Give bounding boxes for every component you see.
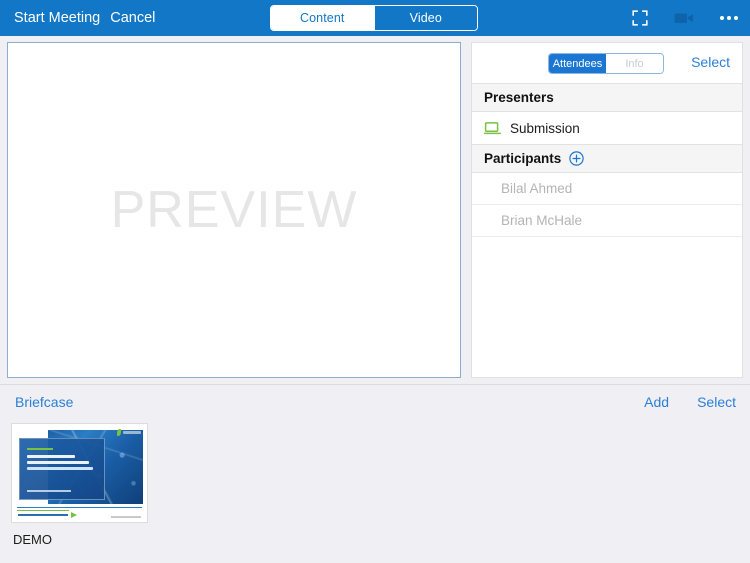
briefcase-toolbar: Briefcase Add Select	[0, 385, 750, 419]
thumbnail-kicker	[27, 448, 53, 450]
briefcase-add-button[interactable]: Add	[644, 394, 669, 410]
document-thumbnail[interactable]	[11, 423, 148, 523]
fullscreen-icon[interactable]	[632, 10, 648, 26]
video-camera-icon[interactable]	[674, 11, 694, 25]
section-title-presenters: Presenters	[484, 90, 554, 105]
presenter-name: Submission	[510, 120, 580, 136]
briefcase-section: Briefcase Add Select DEMO	[0, 384, 750, 563]
tab-attendees[interactable]: Attendees	[549, 54, 606, 73]
section-header-presenters: Presenters	[472, 83, 742, 112]
thumbnail-title-line-1	[27, 455, 75, 458]
stage-area: PREVIEW Attendees Info Select Presenters…	[0, 36, 750, 384]
panel-segmented-control[interactable]: Attendees Info	[548, 53, 664, 74]
preview-pane[interactable]: PREVIEW	[7, 42, 461, 378]
thumbnail-footer-text	[111, 516, 141, 518]
thumbnail-tagline	[18, 512, 77, 518]
thumbnail-rule	[17, 507, 142, 508]
top-toolbar-right-actions	[632, 0, 738, 36]
thumbnail-title-card	[19, 438, 105, 500]
plus-circle-icon[interactable]	[569, 151, 584, 166]
thumbnail-title-line-3	[27, 467, 93, 470]
thumbnail-title-line-2	[27, 461, 89, 464]
cancel-button[interactable]: Cancel	[110, 11, 155, 26]
briefcase-title[interactable]: Briefcase	[15, 394, 73, 410]
tab-info[interactable]: Info	[606, 54, 663, 73]
attendees-panel: Attendees Info Select Presenters Submiss…	[471, 42, 743, 378]
start-meeting-button[interactable]: Start Meeting	[14, 11, 100, 26]
section-title-participants: Participants	[484, 151, 562, 166]
laptop-icon	[484, 121, 501, 135]
thumbnail-rule-accent	[17, 510, 69, 511]
thumbnail-byline	[27, 490, 71, 492]
participant-name: Brian McHale	[501, 213, 583, 228]
tab-video[interactable]: Video	[373, 6, 477, 30]
participant-name: Bilal Ahmed	[501, 181, 573, 196]
thumbnail-logo	[117, 429, 141, 436]
presenter-row-submission[interactable]: Submission	[472, 112, 742, 144]
section-header-participants: Participants	[472, 144, 742, 173]
preview-watermark: PREVIEW	[110, 181, 358, 239]
tab-content[interactable]: Content	[271, 6, 374, 30]
top-toolbar-left-actions: Start Meeting Cancel	[0, 11, 155, 26]
panel-header: Attendees Info Select	[472, 43, 742, 83]
participant-row[interactable]: Bilal Ahmed	[472, 173, 742, 205]
mode-segmented-control[interactable]: Content Video	[270, 5, 478, 31]
briefcase-select-button[interactable]: Select	[697, 394, 736, 410]
participant-row[interactable]: Brian McHale	[472, 205, 742, 237]
briefcase-actions: Add Select	[644, 394, 736, 410]
panel-select-button[interactable]: Select	[691, 54, 730, 70]
briefcase-item[interactable]: DEMO	[11, 423, 148, 547]
briefcase-item-label: DEMO	[13, 532, 52, 547]
top-toolbar: Start Meeting Cancel Content Video	[0, 0, 750, 36]
more-options-icon[interactable]	[720, 16, 738, 20]
